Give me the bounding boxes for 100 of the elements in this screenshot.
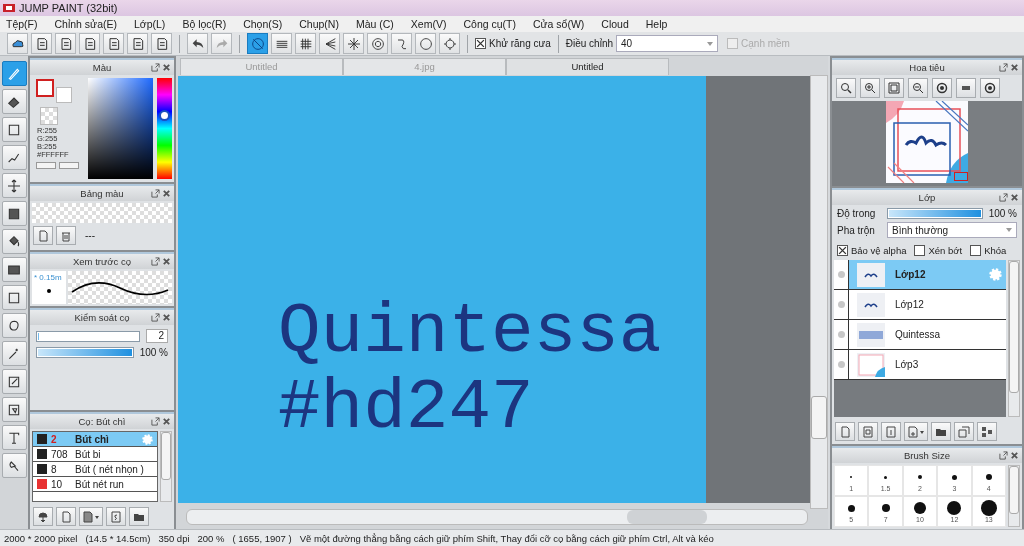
rotate-right-button[interactable] xyxy=(980,78,1000,98)
undo-button[interactable] xyxy=(187,33,208,54)
line-tool[interactable] xyxy=(1,145,27,170)
close-icon[interactable] xyxy=(162,189,171,198)
brush-tool[interactable] xyxy=(1,61,27,86)
float-icon[interactable] xyxy=(151,189,160,198)
brush-size-slider[interactable] xyxy=(36,330,140,342)
menu-item[interactable]: Chỉnh sửa(E) xyxy=(54,18,117,30)
visibility-toggle[interactable] xyxy=(837,301,845,308)
zoom-actual-button[interactable] xyxy=(836,78,856,98)
float-icon[interactable] xyxy=(151,257,160,266)
bucket-tool[interactable] xyxy=(1,229,27,254)
fill-color-tool[interactable] xyxy=(1,201,27,226)
close-icon[interactable] xyxy=(162,63,171,72)
grid-snap-button[interactable] xyxy=(295,33,316,54)
radial-snap-button[interactable] xyxy=(343,33,364,54)
comment-button[interactable] xyxy=(55,33,76,54)
visibility-toggle[interactable] xyxy=(837,361,845,368)
float-icon[interactable] xyxy=(151,417,160,426)
menu-item[interactable]: Chọn(S) xyxy=(243,18,283,30)
lasso-move-tool[interactable] xyxy=(1,453,27,478)
rotate-left-button[interactable] xyxy=(932,78,952,98)
brush-item[interactable]: 8 Bút ( nét nhọn ) xyxy=(33,462,157,477)
notes-button[interactable] xyxy=(79,33,100,54)
checkbox[interactable] xyxy=(837,245,848,256)
parallel-snap-button[interactable] xyxy=(271,33,292,54)
delete-button[interactable] xyxy=(56,226,76,245)
secondary-swatch[interactable] xyxy=(56,87,72,103)
circle-snap-button[interactable] xyxy=(367,33,388,54)
menu-item[interactable]: Lớp(L) xyxy=(133,18,166,30)
close-icon[interactable] xyxy=(1010,63,1019,72)
float-icon[interactable] xyxy=(999,451,1008,460)
document-tab[interactable]: Untitled xyxy=(506,58,669,75)
visibility-toggle[interactable] xyxy=(837,331,845,338)
brush-size-field[interactable]: 2 xyxy=(146,329,168,343)
brush-item[interactable]: 708 Bút bi xyxy=(33,447,157,462)
fit-button[interactable] xyxy=(884,78,904,98)
checkbox[interactable] xyxy=(475,38,486,49)
zoom-in-button[interactable] xyxy=(860,78,880,98)
brush-item[interactable]: 10 Bút nét run xyxy=(33,477,157,492)
layer-item[interactable]: Lớp12 xyxy=(834,260,1006,290)
zoom-out-button[interactable] xyxy=(908,78,928,98)
menu-item[interactable]: Công cụ(T) xyxy=(463,18,516,30)
transparent-swatch[interactable] xyxy=(40,107,58,125)
layer-item[interactable]: Lớp3 xyxy=(834,350,1006,380)
page-button[interactable] xyxy=(103,33,124,54)
folder-button[interactable] xyxy=(931,422,951,441)
settings-button[interactable] xyxy=(127,33,148,54)
checkbox[interactable] xyxy=(914,245,926,256)
color-button[interactable] xyxy=(59,162,79,169)
float-icon[interactable] xyxy=(151,313,160,322)
close-icon[interactable] xyxy=(162,417,171,426)
script-button[interactable] xyxy=(106,507,126,526)
close-icon[interactable] xyxy=(1010,193,1019,202)
scrollbar[interactable] xyxy=(186,509,808,525)
brush-item[interactable]: 2 Bút chì xyxy=(33,432,157,447)
lasso-tool[interactable] xyxy=(1,313,27,338)
checkbox[interactable] xyxy=(970,245,982,256)
menu-item[interactable]: Tệp(F) xyxy=(6,18,38,30)
new-1bit-layer-button[interactable] xyxy=(881,422,901,441)
move-tool[interactable] xyxy=(1,173,27,198)
text-tool[interactable] xyxy=(1,425,27,450)
folder-button[interactable] xyxy=(129,507,149,526)
float-icon[interactable] xyxy=(151,63,160,72)
rect-select-tool[interactable] xyxy=(1,285,27,310)
menu-item[interactable]: Xem(V) xyxy=(410,18,447,30)
download-button[interactable] xyxy=(33,507,53,526)
float-icon[interactable] xyxy=(999,193,1008,202)
new-swatch-button[interactable] xyxy=(33,226,53,245)
gradient-tool[interactable] xyxy=(1,257,27,282)
brush-menu-button[interactable] xyxy=(79,507,103,526)
close-icon[interactable] xyxy=(1010,451,1019,460)
menu-item[interactable]: Cửa sổ(W) xyxy=(532,18,585,30)
export-button[interactable] xyxy=(31,33,52,54)
flip-button[interactable] xyxy=(956,78,976,98)
add-layer-menu-button[interactable] xyxy=(904,422,928,441)
float-icon[interactable] xyxy=(999,63,1008,72)
menu-item[interactable]: Cloud xyxy=(601,18,629,30)
eraser-tool[interactable] xyxy=(1,89,27,114)
new-layer-button[interactable] xyxy=(835,422,855,441)
merge-layer-button[interactable] xyxy=(977,422,997,441)
viewport-marker[interactable] xyxy=(954,172,968,181)
layer-item[interactable]: Lớp12 xyxy=(834,290,1006,320)
visibility-toggle[interactable] xyxy=(837,271,845,278)
menu-item[interactable]: Help xyxy=(645,18,668,30)
scrollbar[interactable] xyxy=(1008,260,1020,417)
new-8bit-layer-button[interactable] xyxy=(858,422,878,441)
select-pen-tool[interactable] xyxy=(1,369,27,394)
adjust-dropdown[interactable]: 40 xyxy=(616,35,719,52)
curve-snap-button[interactable] xyxy=(391,33,412,54)
scrollbar[interactable] xyxy=(160,431,172,502)
close-icon[interactable] xyxy=(162,257,171,266)
scrollbar[interactable] xyxy=(810,75,828,509)
layer-item[interactable]: Quintessa xyxy=(834,320,1006,350)
rectangle-tool[interactable] xyxy=(1,117,27,142)
cloud-button[interactable] xyxy=(7,33,28,54)
canvas[interactable]: Quintessa #hd247 xyxy=(178,76,810,503)
perspective-snap-button[interactable] xyxy=(319,33,340,54)
menu-item[interactable]: Chụp(N) xyxy=(299,18,339,30)
menu-item[interactable]: Màu (C) xyxy=(355,18,394,30)
